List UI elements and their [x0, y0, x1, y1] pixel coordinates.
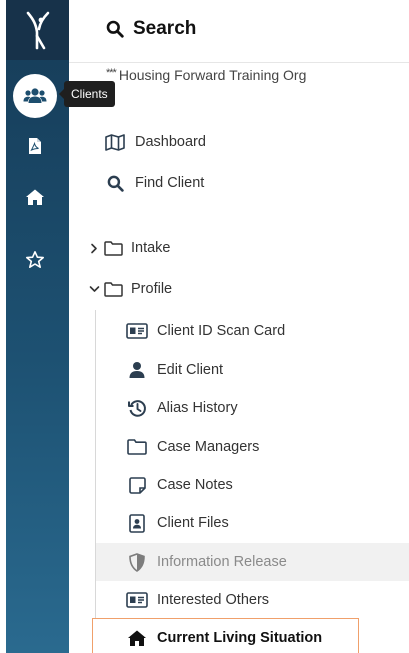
- reports-button[interactable]: [23, 134, 47, 158]
- profile-item-interested-others[interactable]: Interested Others: [126, 589, 269, 611]
- profile-item-alias-history[interactable]: Alias History: [126, 397, 238, 419]
- home-icon: [26, 189, 44, 205]
- nav-profile-label: Profile: [131, 281, 173, 297]
- nav-intake-label: Intake: [131, 240, 171, 256]
- profile-item-label: Information Release: [157, 554, 287, 570]
- clients-tooltip: Clients: [59, 81, 115, 107]
- nav-dashboard-label: Dashboard: [135, 134, 206, 150]
- profile-item-label: Case Notes: [157, 477, 233, 493]
- logo-icon[interactable]: [25, 10, 51, 50]
- chevron-right-icon: [88, 243, 100, 254]
- org-selector[interactable]: *** Housing Forward Training Org: [106, 67, 306, 83]
- logo-area: [6, 0, 69, 60]
- shield-icon: [126, 551, 148, 573]
- org-name: Housing Forward Training Org: [118, 67, 307, 83]
- profile-item-current-living-situation[interactable]: Current Living Situation: [126, 627, 322, 649]
- users-icon: [23, 88, 47, 103]
- chevron-down-icon: [88, 285, 100, 293]
- search-title: Search: [133, 18, 197, 39]
- star-icon: [26, 251, 44, 268]
- profile-item-label: Interested Others: [157, 592, 270, 608]
- nav-intake[interactable]: Intake: [88, 240, 171, 256]
- search-header[interactable]: Search: [106, 14, 196, 44]
- folder-icon: [126, 436, 148, 458]
- home-button[interactable]: [23, 185, 47, 209]
- nav-profile[interactable]: Profile: [88, 281, 172, 297]
- org-stars: ***: [106, 67, 117, 79]
- profile-item-label: Edit Client: [157, 362, 224, 378]
- nav-dashboard[interactable]: Dashboard: [104, 131, 206, 153]
- file-user-icon: [126, 512, 148, 534]
- folder-icon: [104, 281, 123, 297]
- profile-item-label: Alias History: [157, 400, 238, 416]
- profile-item-edit-client[interactable]: Edit Client: [126, 359, 223, 381]
- profile-item-label: Client Files: [157, 515, 229, 531]
- profile-item-case-notes[interactable]: Case Notes: [126, 474, 233, 496]
- profile-item-label: Case Managers: [157, 439, 260, 455]
- clients-button[interactable]: [13, 74, 57, 118]
- search-icon: [104, 172, 126, 194]
- history-icon: [126, 397, 148, 419]
- app-root: Clients Search *** Housing Forward Traini…: [0, 0, 409, 653]
- home-icon: [126, 627, 148, 649]
- favorites-button[interactable]: [23, 248, 47, 272]
- note-icon: [126, 474, 148, 496]
- pdf-file-icon: [29, 138, 41, 154]
- user-icon: [126, 359, 148, 381]
- header-divider: [69, 62, 409, 63]
- profile-item-case-managers[interactable]: Case Managers: [126, 436, 259, 458]
- search-icon: [106, 20, 124, 38]
- folder-icon: [104, 240, 123, 256]
- tree-line: [95, 310, 96, 653]
- id-card-icon: [126, 589, 148, 611]
- profile-item-label: Current Living Situation: [157, 630, 323, 646]
- profile-item-label: Client ID Scan Card: [157, 323, 286, 339]
- map-icon: [104, 131, 126, 153]
- nav-find-client[interactable]: Find Client: [104, 172, 204, 194]
- profile-item-information-release[interactable]: Information Release: [126, 551, 287, 573]
- profile-item-client-files[interactable]: Client Files: [126, 512, 229, 534]
- profile-item-client-id-scan-card[interactable]: Client ID Scan Card: [126, 320, 285, 342]
- id-card-icon: [126, 320, 148, 342]
- nav-find-client-label: Find Client: [135, 175, 205, 191]
